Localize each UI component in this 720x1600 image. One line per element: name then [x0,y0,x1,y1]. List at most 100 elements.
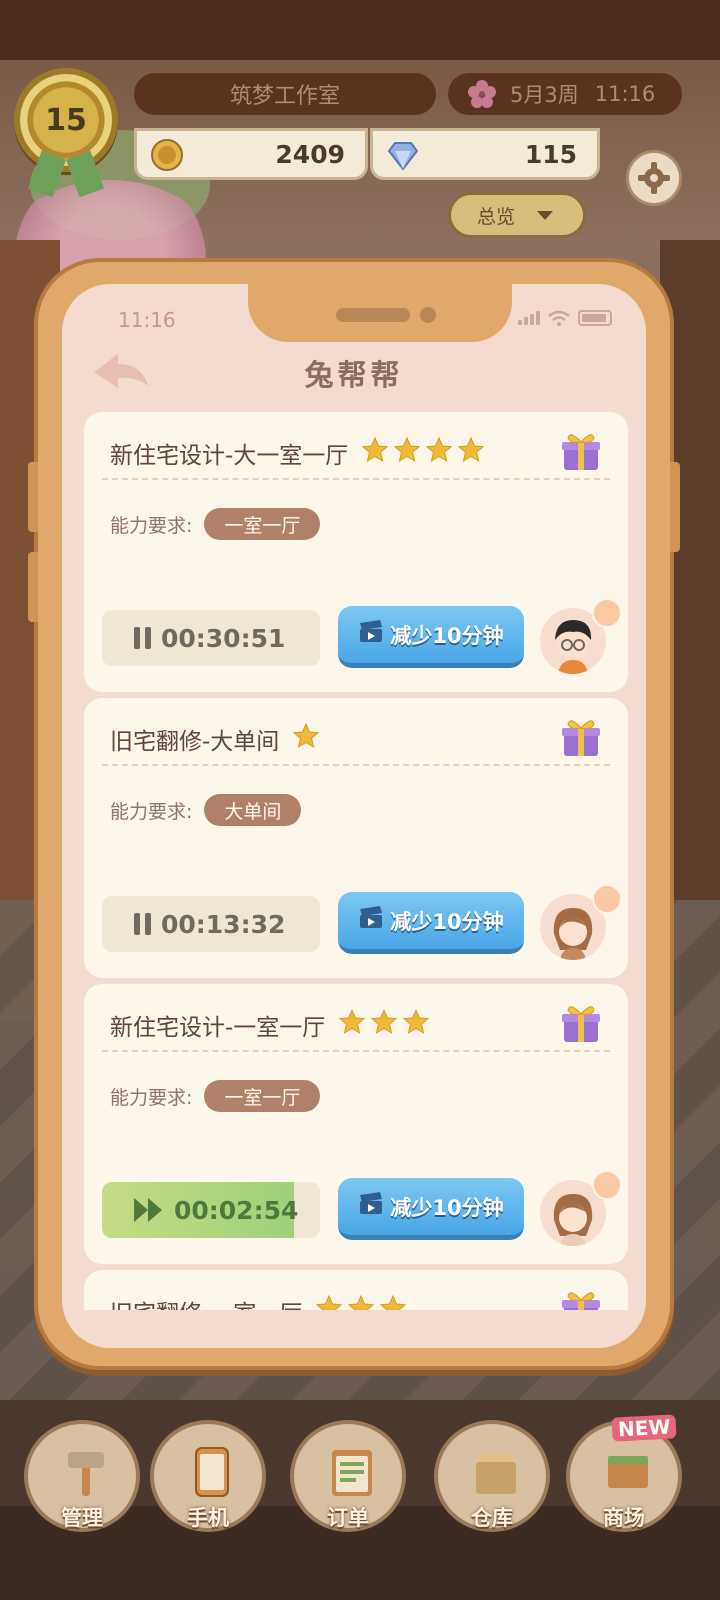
mood-emoji-icon [592,1170,622,1200]
sakura-icon [466,78,498,110]
video-ad-icon [358,906,390,935]
coin-amount: 2409 [275,139,345,169]
phone-speaker [336,308,410,322]
nav-item-label: 商场 [603,1506,645,1530]
coin-icon [151,139,183,171]
star-icon [458,436,485,469]
gift-reward-icon[interactable] [558,1286,604,1310]
task-title: 新住宅设计-大一室一厅 [110,436,485,470]
video-ad-icon [358,1192,390,1221]
timer-text: 00:13:32 [161,909,286,939]
phone-side-button [670,462,680,552]
reduce-time-button[interactable]: 减少10分钟 [338,1178,524,1240]
signal-icon [518,311,540,325]
task-title-text: 新住宅设计-大一室一厅 [110,443,349,469]
overview-dropdown[interactable]: 总览 [448,192,586,238]
nav-item[interactable]: 订单 [290,1420,406,1532]
task-title: 新住宅设计-一室一厅 [110,1008,430,1042]
nav-item[interactable]: 手机 [150,1420,266,1532]
phone-modal: 11:16 兔帮帮 新住宅设计-大一室一厅 能力要求: 一室一厅 00:30:51 减少… [28,258,680,1370]
difficulty-stars [362,436,485,469]
star-icon [394,436,421,469]
difficulty-stars [316,1294,407,1310]
chevron-down-icon [537,210,554,220]
clock-label: 11:16 [594,82,656,106]
card-divider [102,1050,610,1052]
star-icon [348,1294,375,1310]
phone-screen: 11:16 兔帮帮 新住宅设计-大一室一厅 能力要求: 一室一厅 00:30:51 减少… [62,284,646,1348]
reduce-time-button[interactable]: 减少10分钟 [338,606,524,668]
pause-icon [134,627,151,649]
status-bar-icons [518,310,612,326]
star-icon [293,722,320,755]
timer-text: 00:30:51 [161,623,286,653]
level-number: 15 [45,102,87,138]
reduce-time-label: 减少10分钟 [390,1195,504,1220]
task-timer[interactable]: 00:02:54 [102,1182,320,1238]
requirement-row: 能力要求: 一室一厅 [110,1080,321,1112]
requirement-label: 能力要求: [110,514,193,537]
star-icon [362,436,389,469]
overview-label: 总览 [477,205,516,228]
gem-counter[interactable]: 115 [370,128,600,180]
phone-icon [186,1446,238,1498]
task-card[interactable]: 新住宅设计-大一室一厅 能力要求: 一室一厅 00:30:51 减少10分钟 [84,412,628,692]
task-timer[interactable]: 00:13:32 [102,896,320,952]
phone-notch [248,284,512,342]
star-icon [403,1008,430,1041]
app-title: 兔帮帮 [304,358,404,392]
task-title: 旧宅翻修-一室一厅 [110,1294,407,1310]
nav-item-label: 仓库 [471,1506,513,1530]
date-label: 5月3周 [510,83,579,107]
task-card[interactable]: 旧宅翻修-一室一厅 [84,1270,628,1310]
card-divider [102,764,610,766]
requirement-row: 能力要求: 一室一厅 [110,508,321,540]
star-icon [339,1008,366,1041]
diamond-icon [387,142,419,171]
reduce-time-label: 减少10分钟 [390,909,504,934]
task-timer[interactable]: 00:30:51 [102,610,320,666]
task-list[interactable]: 新住宅设计-大一室一厅 能力要求: 一室一厅 00:30:51 减少10分钟 旧宅翻修-大… [84,412,628,1310]
settings-button[interactable] [626,150,682,206]
nav-item[interactable]: 仓库 [434,1420,550,1532]
difficulty-stars [293,722,320,755]
task-card[interactable]: 旧宅翻修-大单间能力要求: 大单间 00:13:32 减少10分钟 [84,698,628,978]
star-icon [316,1294,343,1310]
requirement-tag: 一室一厅 [204,508,321,540]
coin-counter[interactable]: 2409 [134,128,368,180]
box-icon [470,1446,522,1498]
clipboard-icon [326,1446,378,1498]
nav-item-label: 订单 [327,1506,369,1530]
studio-name: 筑梦工作室 [134,73,436,115]
requirement-row: 能力要求: 大单间 [110,794,302,826]
gift-reward-icon[interactable] [558,428,604,474]
requirement-label: 能力要求: [110,800,193,823]
new-badge: NEW [611,1414,678,1442]
task-title-text: 新住宅设计-一室一厅 [110,1015,326,1041]
requirement-label: 能力要求: [110,1086,193,1109]
star-icon [426,436,453,469]
reduce-time-label: 减少10分钟 [390,623,504,648]
level-badge[interactable]: 15 [14,68,118,198]
task-card[interactable]: 新住宅设计-一室一厅能力要求: 一室一厅 00:02:54 减少10分钟 [84,984,628,1264]
phone-side-button [28,552,38,622]
hammer-icon [60,1446,112,1498]
task-title-text: 旧宅翻修-大单间 [110,729,280,755]
phone-side-button [28,462,38,532]
currency-bar: 2409 115 [134,128,634,180]
star-icon [371,1008,398,1041]
card-divider [102,478,610,480]
video-ad-icon [358,620,390,649]
difficulty-stars [339,1008,430,1041]
reduce-time-button[interactable]: 减少10分钟 [338,892,524,954]
phone-camera [420,307,436,323]
gear-icon [638,162,670,194]
gem-amount: 115 [524,139,577,169]
mood-emoji-icon [592,598,622,628]
nav-item-label: 手机 [187,1506,229,1530]
fast-forward-icon [134,1198,164,1222]
gift-reward-icon[interactable] [558,714,604,760]
task-title: 旧宅翻修-大单间 [110,722,320,756]
nav-item[interactable]: 管理 [24,1420,140,1532]
gift-reward-icon[interactable] [558,1000,604,1046]
